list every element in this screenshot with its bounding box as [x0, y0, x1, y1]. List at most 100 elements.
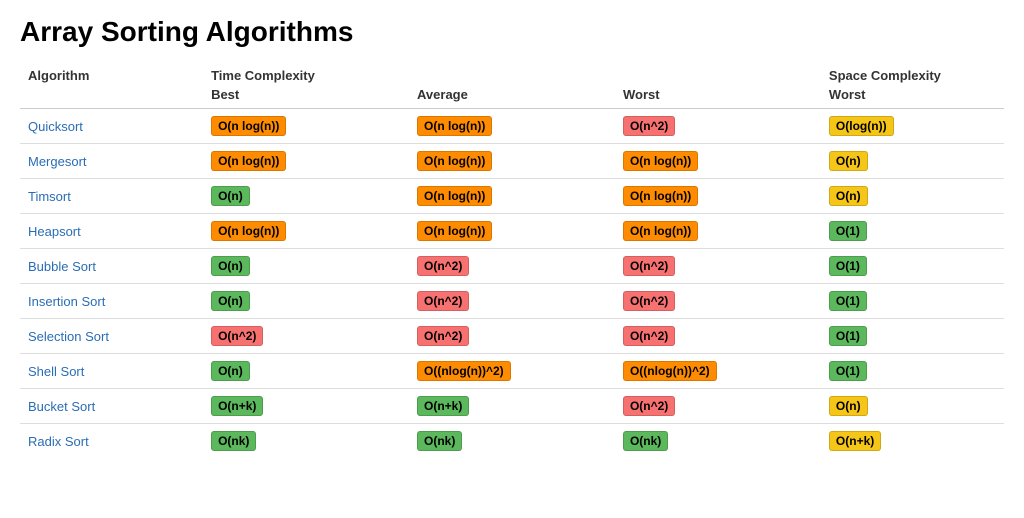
worst-badge: O(n^2) [623, 291, 675, 311]
space-cell: O(1) [821, 249, 1004, 284]
best-badge: O(n log(n)) [211, 116, 286, 136]
sub-header-row: Best Average Worst Worst [20, 85, 1004, 109]
worst-cell: O(n^2) [615, 389, 821, 424]
space-cell: O(n) [821, 179, 1004, 214]
algo-name-cell[interactable]: Timsort [20, 179, 203, 214]
algo-name-cell[interactable]: Mergesort [20, 144, 203, 179]
space-cell: O(n) [821, 389, 1004, 424]
average-cell: O((nlog(n))^2) [409, 354, 615, 389]
average-badge: O(n^2) [417, 291, 469, 311]
col-space-worst: Worst [821, 85, 1004, 109]
average-badge: O((nlog(n))^2) [417, 361, 511, 381]
algo-name[interactable]: Shell Sort [28, 364, 84, 379]
space-badge: O(1) [829, 221, 867, 241]
best-cell: O(n) [203, 179, 409, 214]
worst-badge: O(n^2) [623, 256, 675, 276]
worst-cell: O(n^2) [615, 109, 821, 144]
algo-name-cell[interactable]: Quicksort [20, 109, 203, 144]
table-row: Timsort O(n) O(n log(n)) O(n log(n)) O(n) [20, 179, 1004, 214]
table-row: Bucket SortO(n+k)O(n+k)O(n^2)O(n) [20, 389, 1004, 424]
average-cell: O(n^2) [409, 319, 615, 354]
col-best: Best [203, 85, 409, 109]
table-row: Quicksort O(n log(n)) O(n log(n)) O(n^2) O(l… [20, 109, 1004, 144]
average-badge: O(n^2) [417, 326, 469, 346]
table-row: Selection Sort O(n^2) O(n^2) O(n^2) O(1) [20, 319, 1004, 354]
space-cell: O(1) [821, 319, 1004, 354]
table-row: Shell SortO(n)O((nlog(n))^2)O((nlog(n))^… [20, 354, 1004, 389]
algo-name[interactable]: Radix Sort [28, 434, 89, 449]
algo-name[interactable]: Timsort [28, 189, 71, 204]
best-cell: O(n) [203, 249, 409, 284]
best-badge: O(n^2) [211, 326, 263, 346]
worst-cell: O((nlog(n))^2) [615, 354, 821, 389]
average-cell: O(nk) [409, 424, 615, 459]
space-badge: O(1) [829, 291, 867, 311]
average-badge: O(nk) [417, 431, 462, 451]
algo-name[interactable]: Heapsort [28, 224, 81, 239]
worst-badge: O(n log(n)) [623, 186, 698, 206]
table-row: Mergesort O(n log(n)) O(n log(n)) O(n log(n… [20, 144, 1004, 179]
algo-name[interactable]: Selection Sort [28, 329, 109, 344]
best-badge: O(n log(n)) [211, 221, 286, 241]
col-algorithm: Algorithm [20, 62, 203, 85]
best-badge: O(n log(n)) [211, 151, 286, 171]
worst-badge: O(nk) [623, 431, 668, 451]
space-badge: O(1) [829, 326, 867, 346]
space-badge: O(1) [829, 361, 867, 381]
average-badge: O(n^2) [417, 256, 469, 276]
table-row: Insertion Sort O(n) O(n^2) O(n^2) O(1) [20, 284, 1004, 319]
algo-name-cell[interactable]: Insertion Sort [20, 284, 203, 319]
algo-name[interactable]: Mergesort [28, 154, 87, 169]
space-cell: O(1) [821, 284, 1004, 319]
space-badge: O(log(n)) [829, 116, 894, 136]
best-badge: O(n) [211, 186, 250, 206]
algo-name-cell[interactable]: Bubble Sort [20, 249, 203, 284]
worst-badge: O(n log(n)) [623, 151, 698, 171]
worst-cell: O(n log(n)) [615, 214, 821, 249]
table-row: Radix Sort O(nk) O(nk) O(nk) O(n+k) [20, 424, 1004, 459]
worst-badge: O(n log(n)) [623, 221, 698, 241]
best-cell: O(n^2) [203, 319, 409, 354]
algo-name[interactable]: Quicksort [28, 119, 83, 134]
average-badge: O(n log(n)) [417, 116, 492, 136]
col-space-complexity: Space Complexity [821, 62, 1004, 85]
worst-badge: O(n^2) [623, 326, 675, 346]
average-badge: O(n log(n)) [417, 151, 492, 171]
average-cell: O(n log(n)) [409, 179, 615, 214]
algo-name-cell[interactable]: Shell Sort [20, 354, 203, 389]
worst-badge: O(n^2) [623, 116, 675, 136]
best-cell: O(nk) [203, 424, 409, 459]
algo-name-cell[interactable]: Heapsort [20, 214, 203, 249]
worst-cell: O(nk) [615, 424, 821, 459]
best-badge: O(n+k) [211, 396, 263, 416]
space-cell: O(n+k) [821, 424, 1004, 459]
algo-name[interactable]: Bucket Sort [28, 399, 95, 414]
average-cell: O(n log(n)) [409, 109, 615, 144]
space-badge: O(n) [829, 186, 868, 206]
col-worst: Worst [615, 85, 821, 109]
best-cell: O(n) [203, 284, 409, 319]
average-cell: O(n^2) [409, 284, 615, 319]
average-cell: O(n log(n)) [409, 144, 615, 179]
best-cell: O(n log(n)) [203, 109, 409, 144]
algo-name-cell[interactable]: Radix Sort [20, 424, 203, 459]
worst-cell: O(n^2) [615, 249, 821, 284]
best-cell: O(n+k) [203, 389, 409, 424]
space-badge: O(n) [829, 396, 868, 416]
algo-name[interactable]: Bubble Sort [28, 259, 96, 274]
best-cell: O(n log(n)) [203, 214, 409, 249]
worst-cell: O(n log(n)) [615, 179, 821, 214]
algo-name[interactable]: Insertion Sort [28, 294, 105, 309]
best-badge: O(n) [211, 291, 250, 311]
algo-name-cell[interactable]: Selection Sort [20, 319, 203, 354]
best-badge: O(nk) [211, 431, 256, 451]
average-cell: O(n^2) [409, 249, 615, 284]
average-cell: O(n log(n)) [409, 214, 615, 249]
average-cell: O(n+k) [409, 389, 615, 424]
algo-name-cell[interactable]: Bucket Sort [20, 389, 203, 424]
best-badge: O(n) [211, 256, 250, 276]
main-header-row: Algorithm Time Complexity Space Complexi… [20, 62, 1004, 85]
space-badge: O(n+k) [829, 431, 881, 451]
worst-cell: O(n log(n)) [615, 144, 821, 179]
average-badge: O(n log(n)) [417, 186, 492, 206]
